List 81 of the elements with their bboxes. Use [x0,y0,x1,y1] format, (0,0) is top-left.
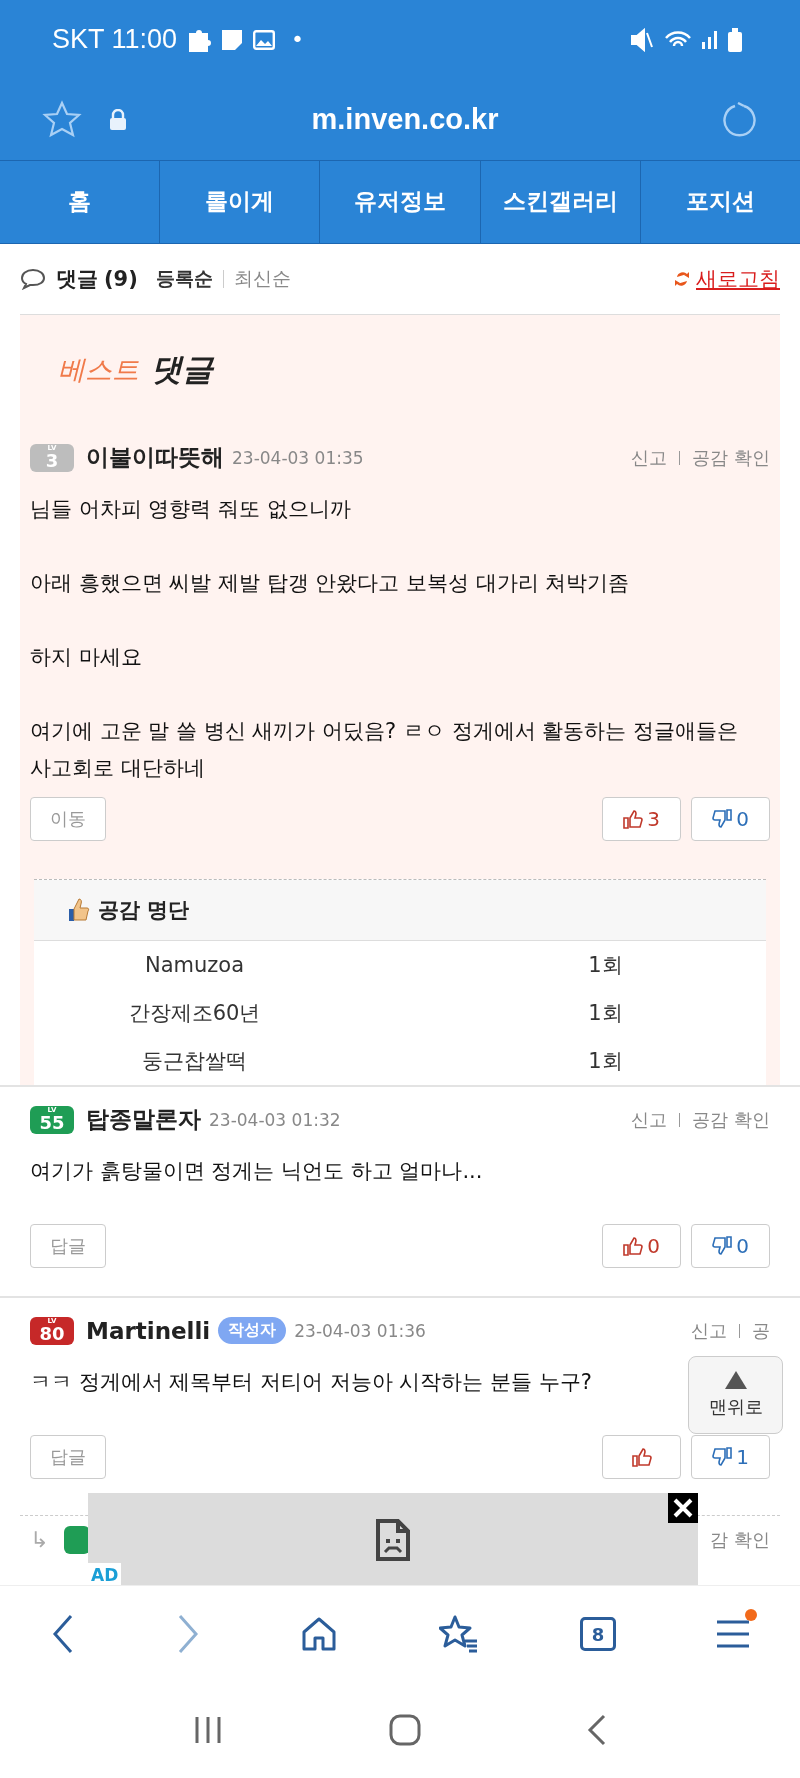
best-label-suffix: 댓글 [151,349,213,389]
speech-bubble-icon [20,267,46,290]
like-count: 1회 [587,951,624,979]
report-link[interactable]: 신고 [691,1318,727,1343]
image-icon [253,29,276,50]
like-button[interactable] [602,1434,681,1479]
nav-tab[interactable]: 포지션 [639,160,800,243]
tabs-button[interactable]: 8 [579,1617,616,1652]
user-name[interactable]: Martinelli [86,1317,211,1344]
bookmarks-icon[interactable] [438,1615,479,1654]
comment-text: 여기가 흙탕물이면 정게는 닉언도 하고 얼마나... [30,1157,483,1185]
nav-tab[interactable]: 롤이게 [159,160,320,243]
liker-name: Namuzoa [143,952,246,977]
note-icon [221,28,244,51]
thumb-down-icon [712,1235,733,1256]
user-name[interactable]: 탑종말론자 [86,1104,201,1136]
comments-title: 댓글 [56,265,98,293]
report-link[interactable]: 신고 [631,445,668,470]
move-button[interactable]: 이동 [30,796,106,841]
likes-check-link[interactable]: 공감 확인 [692,445,770,470]
thumb-up-icon [623,1235,644,1256]
comments-count: (9) [104,266,138,291]
comment-date: 23-04-03 01:36 [294,1320,426,1341]
author-badge: 작성자 [218,1317,287,1345]
reply-arrow: ↳ [30,1527,49,1553]
report-link[interactable]: 신고 [631,1107,668,1132]
scroll-top-button[interactable]: 맨위로 [688,1355,783,1434]
like-count: 1회 [587,999,624,1027]
comment-text: 아래 흥했으면 씨발 제발 탑갱 안왔다고 보복성 대가리 쳐박기좀 [30,569,630,597]
thumb-down-icon [712,1446,733,1467]
likes-check-link[interactable]: 공감 확인 [692,1107,770,1132]
recent-apps-icon[interactable] [193,1715,223,1746]
comment-text: 하지 마세요 [30,643,142,671]
comment-date: 23-04-03 01:35 [232,447,364,468]
ad-label: AD [88,1562,122,1586]
user-name[interactable]: 이불이따뜻해 [86,442,224,474]
liker-name: 둥근찹쌀떡 [141,1047,248,1075]
broken-page-icon [376,1518,410,1561]
dislike-button[interactable]: 0 [691,796,770,841]
back-icon[interactable] [50,1614,75,1655]
status-time: SKT 11:00 [52,24,178,56]
bookmark-star-icon[interactable] [42,99,82,140]
comment-text: 님들 어차피 영향력 줘또 없으니까 [30,495,351,523]
status-dot: • [291,27,305,53]
reply-button[interactable]: 답글 [30,1434,106,1479]
home-icon[interactable] [301,1616,338,1653]
likes-list-title: 공감 명단 [98,896,190,924]
home-button-icon[interactable] [389,1714,421,1747]
comment-text: ㅋㅋ 정게에서 제목부터 저티어 저능아 시작하는 분들 누구? [30,1368,592,1396]
thumb-up-icon [631,1446,652,1467]
lock-icon [108,108,128,131]
mute-icon [630,27,654,52]
likes-check-link[interactable]: 공 [752,1318,770,1343]
menu-icon[interactable] [717,1619,750,1650]
comment-date: 23-04-03 01:32 [209,1109,341,1130]
nav-tab[interactable]: 홈 [0,160,160,243]
triangle-up-icon [724,1370,747,1389]
thumb-down-icon [712,808,733,829]
likes-check-link[interactable]: 감 확인 [710,1527,770,1552]
nav-tab[interactable]: 스킨갤러리 [479,160,640,243]
sort-option[interactable]: 등록순 [155,265,213,292]
like-count: 1회 [587,1047,624,1075]
comment-text: 여기에 고운 말 쓸 병신 새끼가 어딨음? ㄹㅇ 정게에서 활동하는 정글애들은 사고회로 대단하네 [30,717,739,782]
back-button-icon[interactable] [587,1714,607,1747]
liker-name: 간장제조60년 [127,999,262,1027]
thumbs-up-icon [68,896,90,923]
thumb-up-icon [623,808,644,829]
like-button[interactable]: 0 [602,1223,681,1268]
refresh-link[interactable]: 새로고침 [696,264,780,293]
sort-option[interactable]: 최신순 [233,265,291,292]
dislike-button[interactable]: 0 [691,1223,770,1268]
battery-icon [728,27,742,52]
dislike-button[interactable]: 1 [691,1434,770,1479]
nav-tab[interactable]: 유저정보 [319,160,480,243]
level-badge [64,1525,91,1554]
reply-button[interactable]: 답글 [30,1223,106,1268]
best-label: 베스트 [58,352,139,387]
like-button[interactable]: 3 [602,796,681,841]
close-icon[interactable] [668,1492,698,1523]
signal-icon [702,30,718,49]
ad-banner[interactable]: AD [88,1492,698,1586]
